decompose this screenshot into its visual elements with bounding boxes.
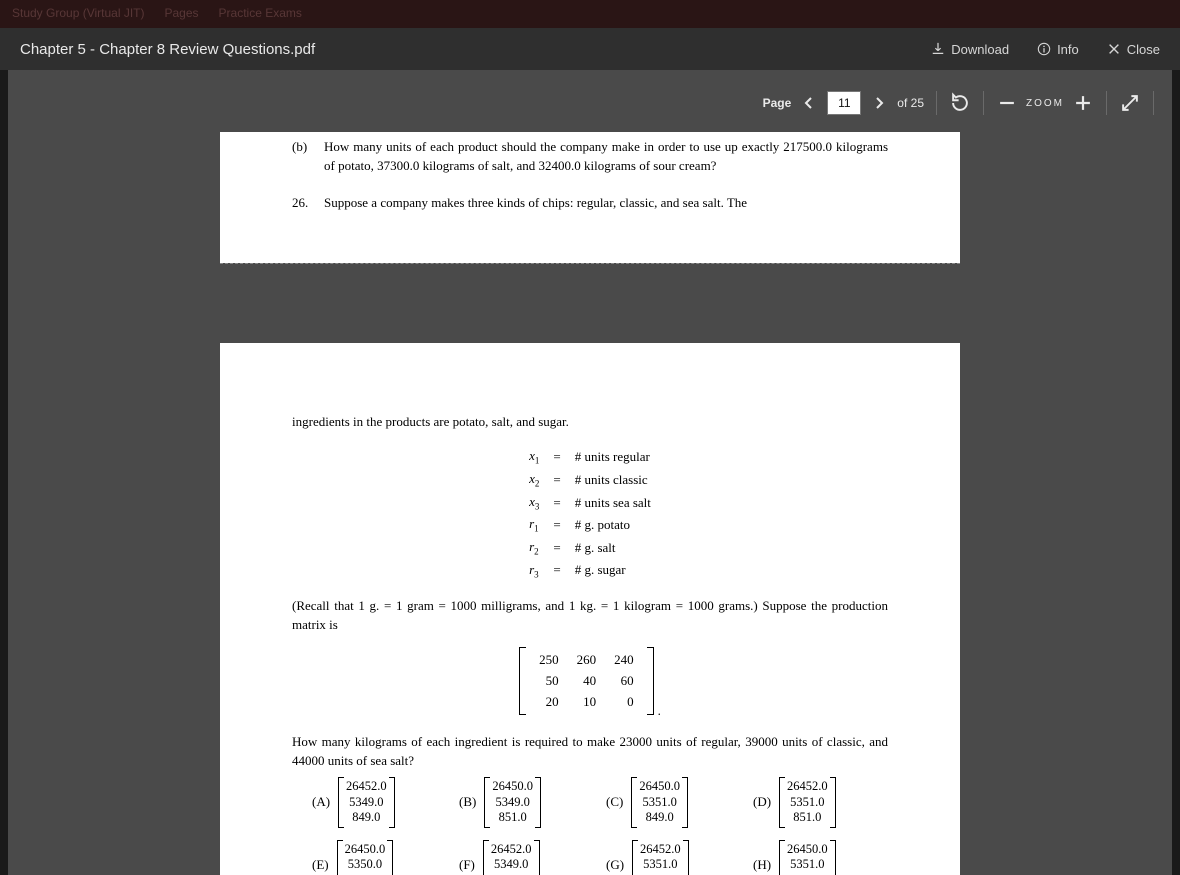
chevron-left-icon — [803, 97, 815, 109]
page-label: Page — [763, 96, 792, 110]
rotate-icon — [949, 92, 971, 114]
minus-icon — [996, 92, 1018, 114]
viewer-toolbar: Page of 25 ZOOM — [763, 84, 1158, 122]
document-scroll-area[interactable]: (b) How many units of each product shoul… — [8, 132, 1172, 875]
separator — [1106, 91, 1107, 115]
answer-choices: (A)26452.05349.0849.0(B)26450.05349.0851… — [292, 777, 888, 875]
answer-choice[interactable]: (H)26450.05351.0851.0 — [753, 840, 888, 875]
answer-choice[interactable]: (E)26450.05350.0850.0 — [312, 840, 447, 875]
chevron-right-icon — [873, 97, 885, 109]
info-button[interactable]: Info — [1037, 42, 1079, 57]
question-prompt: How many kilograms of each ingredient is… — [292, 733, 888, 771]
question-26-text: Suppose a company makes three kinds of c… — [324, 194, 747, 213]
answer-choice[interactable]: (C)26450.05351.0849.0 — [606, 777, 741, 828]
answer-choice[interactable]: (D)26452.05351.0851.0 — [753, 777, 888, 828]
question-number: 26. — [292, 194, 316, 213]
background-nav: Study Group (Virtual JIT) Pages Practice… — [0, 0, 1180, 28]
answer-choice[interactable]: (G)26452.05351.0849.0 — [606, 840, 741, 875]
answer-choice[interactable]: (B)26450.05349.0851.0 — [459, 777, 594, 828]
answer-choice[interactable]: (A)26452.05349.0849.0 — [312, 777, 447, 828]
question-part-label: (b) — [292, 138, 316, 176]
question-b-text: How many units of each product should th… — [324, 138, 888, 176]
variable-definitions: x1=# units regularx2=# units classicx3=#… — [521, 445, 659, 583]
zoom-out-button[interactable] — [996, 92, 1018, 114]
document-title: Chapter 5 - Chapter 8 Review Questions.p… — [20, 41, 931, 58]
zoom-label: ZOOM — [1026, 98, 1064, 109]
rotate-button[interactable] — [949, 92, 971, 114]
total-pages: of 25 — [897, 96, 924, 110]
pdf-page: (b) How many units of each product shoul… — [220, 132, 960, 263]
page-gap — [220, 263, 960, 343]
back-exams: Practice Exams — [219, 6, 302, 22]
separator — [983, 91, 984, 115]
info-icon — [1037, 42, 1051, 56]
prev-page-button[interactable] — [799, 93, 819, 113]
expand-icon — [1119, 92, 1141, 114]
viewer-header: Chapter 5 - Chapter 8 Review Questions.p… — [0, 28, 1180, 70]
download-button[interactable]: Download — [931, 42, 1009, 57]
separator — [1153, 91, 1154, 115]
close-button[interactable]: Close — [1107, 42, 1160, 57]
plus-icon — [1072, 92, 1094, 114]
close-icon — [1107, 42, 1121, 56]
back-pages: Pages — [165, 6, 199, 22]
next-page-button[interactable] — [869, 93, 889, 113]
separator — [936, 91, 937, 115]
zoom-in-button[interactable] — [1072, 92, 1094, 114]
production-matrix: 25026024050406020100. — [292, 647, 888, 721]
answer-choice[interactable]: (F)26452.05349.0851.0 — [459, 840, 594, 875]
download-icon — [931, 42, 945, 56]
pdf-page: ingredients in the products are potato, … — [220, 343, 960, 875]
fullscreen-button[interactable] — [1119, 92, 1141, 114]
page2-intro: ingredients in the products are potato, … — [292, 413, 888, 432]
recall-text: (Recall that 1 g. = 1 gram = 1000 millig… — [292, 597, 888, 635]
pdf-viewer: Page of 25 ZOOM (b) How many u — [8, 70, 1172, 875]
back-course: Study Group (Virtual JIT) — [12, 6, 145, 22]
page-number-input[interactable] — [827, 91, 861, 115]
